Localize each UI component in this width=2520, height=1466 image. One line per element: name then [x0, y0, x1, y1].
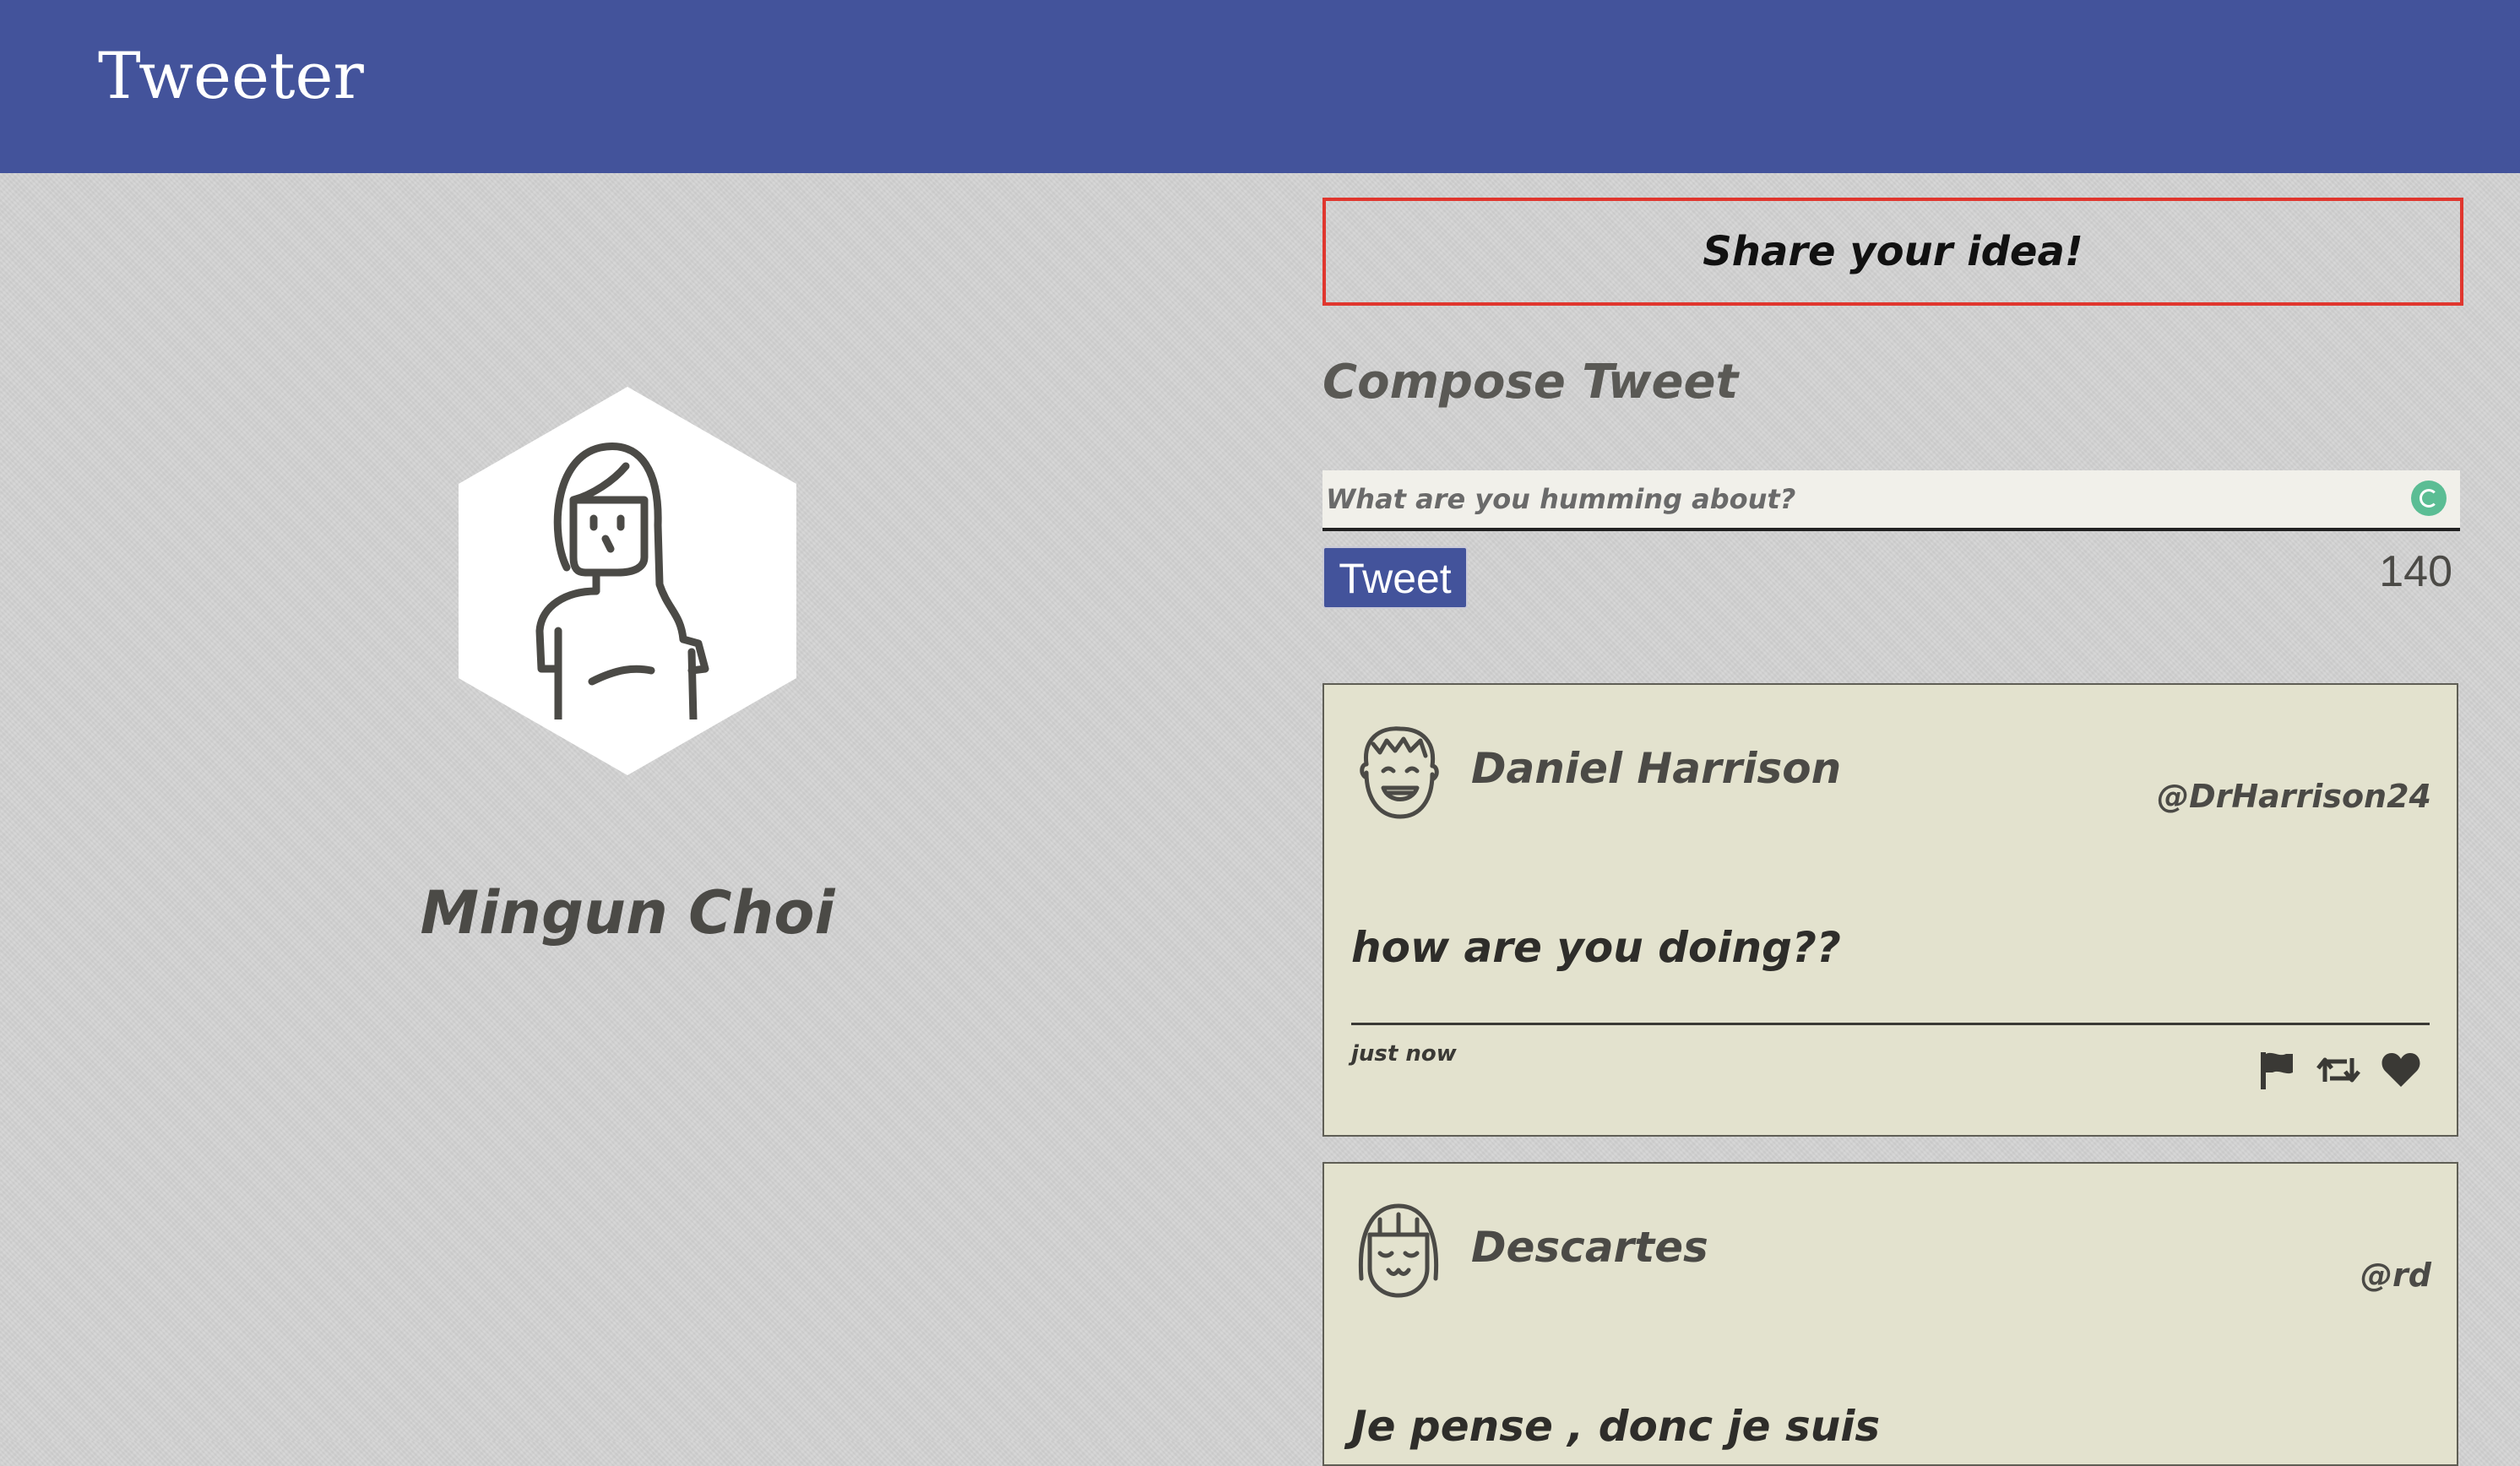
tweet-actions: [2254, 1048, 2423, 1092]
heart-icon[interactable]: [2379, 1048, 2423, 1092]
tweet-card: Descartes @rd Je pense , donc je suis: [1322, 1162, 2458, 1466]
tweet-divider: [1351, 1023, 2430, 1025]
flag-icon[interactable]: [2254, 1048, 2298, 1092]
tweet-content: Je pense , donc je suis: [1351, 1402, 1881, 1451]
tweet-card: Daniel Harrison @DrHarrison24 how are yo…: [1322, 683, 2458, 1137]
tweet-content: how are you doing??: [1351, 923, 1841, 972]
char-counter: 140: [2379, 547, 2452, 596]
woman-avatar-icon: [535, 443, 709, 719]
retweet-icon[interactable]: [2316, 1048, 2360, 1092]
compose-input[interactable]: [1322, 470, 2382, 528]
share-idea-button[interactable]: Share your idea!: [1322, 198, 2463, 306]
navbar: Tweeter: [0, 0, 2520, 173]
tweet-handle[interactable]: @DrHarrison24: [2157, 778, 2431, 815]
smiling-man-avatar-icon: [1360, 726, 1439, 819]
tweet-handle[interactable]: @rd: [2360, 1257, 2431, 1294]
tweet-submit-button[interactable]: Tweet: [1322, 546, 1468, 609]
girl-avatar-icon: [1358, 1203, 1439, 1298]
tweet-timestamp: just now: [1351, 1041, 1457, 1067]
grammarly-icon[interactable]: [2411, 481, 2447, 516]
compose-field: [1322, 470, 2460, 531]
brand-title[interactable]: Tweeter: [98, 37, 364, 114]
tweet-author[interactable]: Daniel Harrison: [1471, 744, 1841, 793]
profile-avatar: [459, 387, 796, 775]
profile-name: Mingun Choi: [420, 878, 835, 947]
compose-title: Compose Tweet: [1322, 355, 1739, 410]
tweet-author[interactable]: Descartes: [1471, 1223, 1708, 1272]
